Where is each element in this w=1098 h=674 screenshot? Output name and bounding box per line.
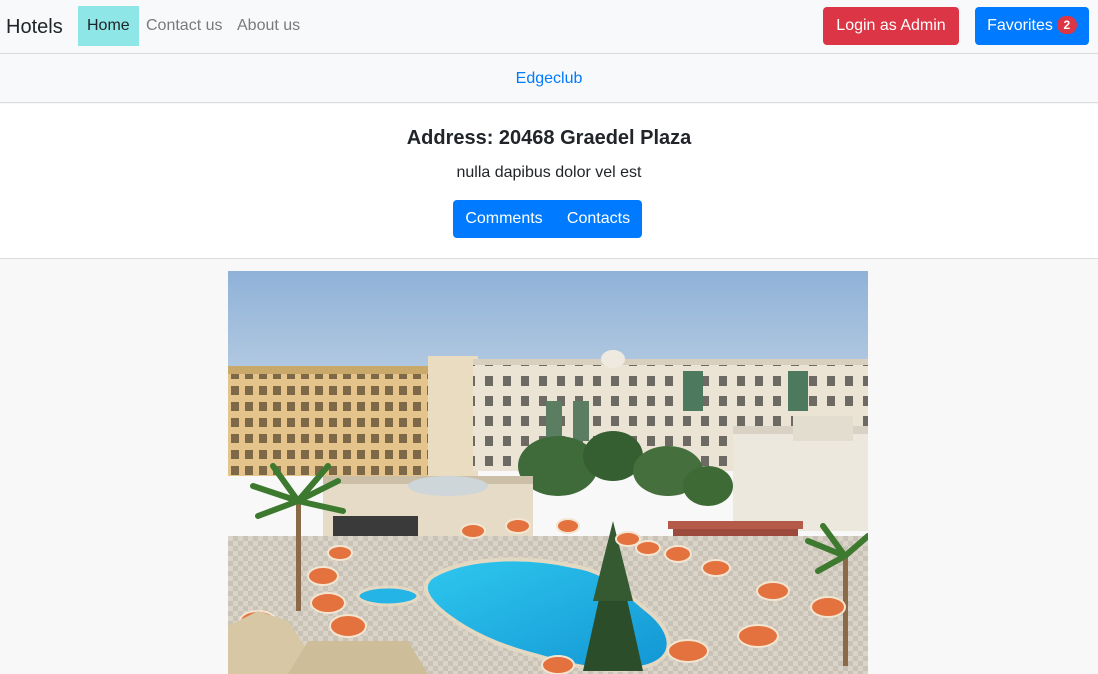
brand-title[interactable]: Hotels <box>6 14 63 40</box>
favorites-button[interactable]: Favorites 2 <box>975 7 1089 45</box>
nav-contact-link[interactable]: Contact us <box>137 6 231 46</box>
login-admin-button[interactable]: Login as Admin <box>823 7 959 45</box>
contacts-label: Contacts <box>566 210 631 227</box>
hotel-info-section: Address: 20468 Graedel Plaza nulla dapib… <box>0 104 1098 259</box>
hotel-address: Address: 20468 Graedel Plaza <box>406 127 692 149</box>
comments-button[interactable]: Comments <box>453 200 555 238</box>
hotel-name-bar: Edgeclub <box>0 55 1098 103</box>
hotel-photo <box>228 271 868 674</box>
hotel-name-link[interactable]: Edgeclub <box>516 69 583 89</box>
nav-about-link[interactable]: About us <box>228 6 309 46</box>
contacts-button[interactable]: Contacts <box>555 200 642 238</box>
hotel-description: nulla dapibus dolor vel est <box>456 164 642 181</box>
nav-home-link[interactable]: Home <box>78 6 139 46</box>
favorites-label: Favorites <box>987 17 1053 34</box>
login-admin-label: Login as Admin <box>836 17 946 34</box>
favorites-count-badge: 2 <box>1056 16 1077 34</box>
navbar: Hotels Home Contact us About us Login as… <box>0 0 1098 54</box>
comments-label: Comments <box>465 210 543 227</box>
